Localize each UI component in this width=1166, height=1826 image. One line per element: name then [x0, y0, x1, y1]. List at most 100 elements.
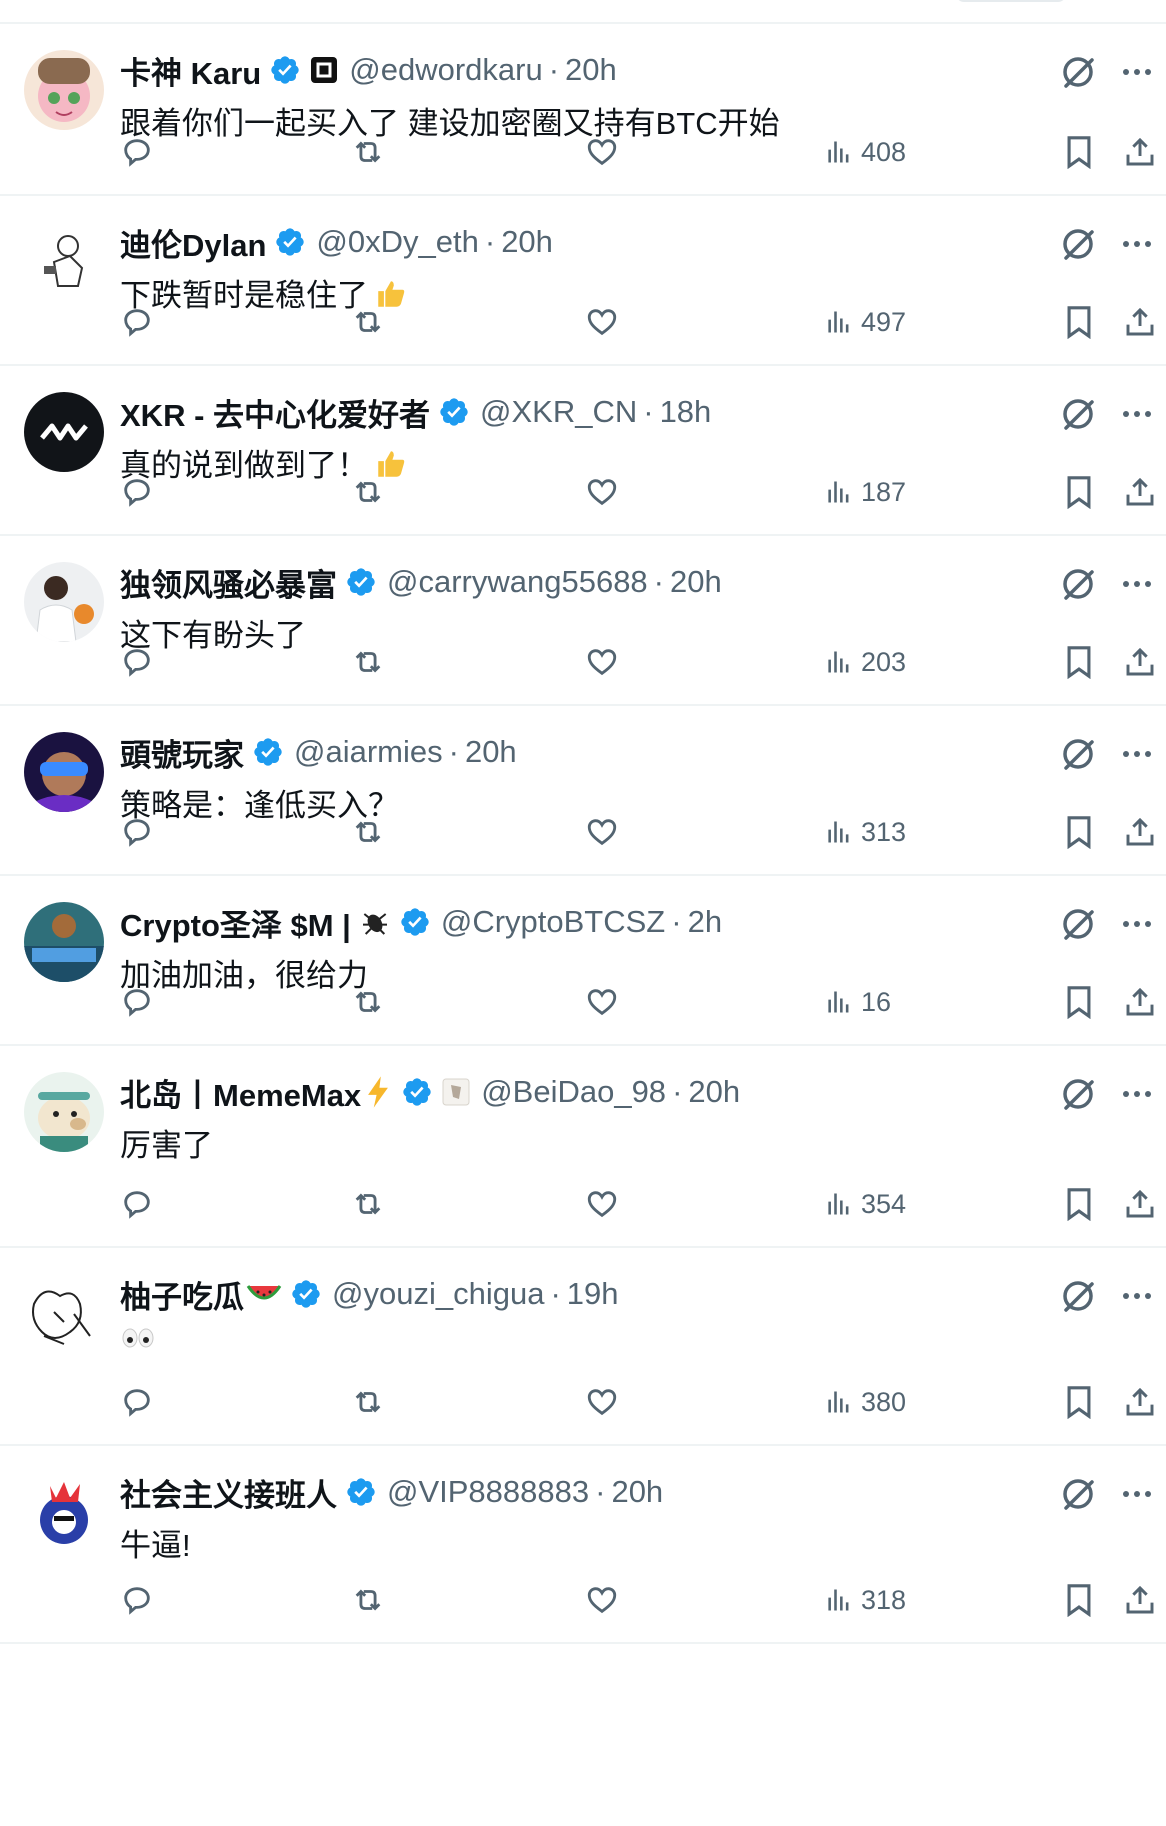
bookmark-button[interactable] [1064, 302, 1094, 342]
like-button[interactable] [585, 302, 619, 342]
grok-icon[interactable] [1058, 1474, 1098, 1514]
tweet-item[interactable]: 頭號玩家 @aiarmies · 20h 策略是：逢低买入？ 313 [0, 706, 1166, 876]
more-icon[interactable] [1122, 919, 1152, 929]
tweet-time[interactable]: 18h [660, 394, 712, 430]
affiliate-badge-icon[interactable] [309, 55, 339, 85]
more-icon[interactable] [1122, 409, 1152, 419]
reply-button[interactable] [120, 1580, 154, 1620]
bookmark-button[interactable] [1064, 642, 1094, 682]
author-handle[interactable]: @youzi_chigua [332, 1276, 544, 1312]
avatar[interactable] [24, 1472, 104, 1552]
author-name[interactable]: Crypto圣泽 $M | [120, 900, 351, 945]
retweet-button[interactable] [350, 982, 386, 1022]
tweet-item[interactable]: 独领风骚必暴富 @carrywang55688 · 20h 这下有盼头了 203 [0, 536, 1166, 706]
bookmark-button[interactable] [1064, 812, 1094, 852]
tweet-time[interactable]: 19h [567, 1276, 619, 1312]
tweet-time[interactable]: 20h [465, 734, 517, 770]
like-button[interactable] [585, 1382, 619, 1422]
author-name[interactable]: 北岛丨MemeMax [120, 1070, 361, 1115]
like-button[interactable] [585, 982, 619, 1022]
views-button[interactable]: 380 [825, 1382, 906, 1422]
tweet-time[interactable]: 20h [688, 1074, 740, 1110]
like-button[interactable] [585, 642, 619, 682]
share-button[interactable] [1124, 302, 1156, 342]
avatar[interactable] [24, 562, 104, 642]
author-name[interactable]: 柚子吃瓜 [120, 1272, 244, 1317]
more-icon[interactable] [1122, 1291, 1152, 1301]
more-icon[interactable] [1122, 1489, 1152, 1499]
tweet-time[interactable]: 2h [688, 904, 722, 940]
tweet-item[interactable]: 柚子吃瓜 @youzi_chigua · 19h 380 [0, 1248, 1166, 1446]
share-button[interactable] [1124, 1382, 1156, 1422]
tweet-item[interactable]: 社会主义接班人 @VIP8888883 · 20h 牛逼! 318 [0, 1446, 1166, 1644]
retweet-button[interactable] [350, 132, 386, 172]
views-button[interactable]: 497 [825, 302, 906, 342]
retweet-button[interactable] [350, 1184, 386, 1224]
like-button[interactable] [585, 1580, 619, 1620]
share-button[interactable] [1124, 1580, 1156, 1620]
tweet-time[interactable]: 20h [501, 224, 553, 260]
tweet-item[interactable]: Crypto圣泽 $M | @CryptoBTCSZ · 2h 加油加油，很给力… [0, 876, 1166, 1046]
more-icon[interactable] [1122, 579, 1152, 589]
grok-icon[interactable] [1058, 1074, 1098, 1114]
retweet-button[interactable] [350, 302, 386, 342]
reply-button[interactable] [120, 982, 154, 1022]
reply-button[interactable] [120, 642, 154, 682]
reply-button[interactable] [120, 1382, 154, 1422]
views-button[interactable]: 313 [825, 812, 906, 852]
grok-icon[interactable] [1058, 904, 1098, 944]
retweet-button[interactable] [350, 472, 386, 512]
share-button[interactable] [1124, 472, 1156, 512]
like-button[interactable] [585, 132, 619, 172]
share-button[interactable] [1124, 132, 1156, 172]
author-handle[interactable]: @aiarmies [294, 734, 443, 770]
author-handle[interactable]: @0xDy_eth [316, 224, 478, 260]
grok-icon[interactable] [1058, 52, 1098, 92]
reply-button[interactable] [120, 1184, 154, 1224]
more-icon[interactable] [1122, 749, 1152, 759]
bookmark-button[interactable] [1064, 982, 1094, 1022]
share-button[interactable] [1124, 642, 1156, 682]
tweet-item[interactable]: 卡神 Karu @edwordkaru · 20h 跟着你们一起买入了 建设加密… [0, 24, 1166, 196]
avatar[interactable] [24, 1072, 104, 1152]
bookmark-button[interactable] [1064, 132, 1094, 172]
grok-icon[interactable] [1058, 564, 1098, 604]
grok-icon[interactable] [1058, 394, 1098, 434]
tweet-time[interactable]: 20h [565, 52, 617, 88]
author-handle[interactable]: @VIP8888883 [387, 1474, 589, 1510]
tweet-time[interactable]: 20h [670, 564, 722, 600]
avatar[interactable] [24, 392, 104, 472]
reply-button[interactable] [120, 812, 154, 852]
more-icon[interactable] [1122, 1089, 1152, 1099]
reply-button[interactable] [120, 132, 154, 172]
more-icon[interactable] [1122, 67, 1152, 77]
like-button[interactable] [585, 1184, 619, 1224]
author-name[interactable]: 卡神 Karu [120, 48, 261, 93]
author-handle[interactable]: @edwordkaru [349, 52, 542, 88]
share-button[interactable] [1124, 812, 1156, 852]
avatar[interactable] [24, 732, 104, 812]
author-handle[interactable]: @CryptoBTCSZ [441, 904, 665, 940]
tweet-item[interactable]: 北岛丨MemeMax @BeiDao_98 · 20h 厉害了 354 [0, 1046, 1166, 1248]
like-button[interactable] [585, 812, 619, 852]
views-button[interactable]: 318 [825, 1580, 906, 1620]
views-button[interactable]: 187 [825, 472, 906, 512]
retweet-button[interactable] [350, 642, 386, 682]
views-button[interactable]: 203 [825, 642, 906, 682]
tweet-time[interactable]: 20h [611, 1474, 663, 1510]
like-button[interactable] [585, 472, 619, 512]
author-handle[interactable]: @XKR_CN [480, 394, 637, 430]
grok-icon[interactable] [1058, 1276, 1098, 1316]
author-name[interactable]: 独领风骚必暴富 [120, 560, 337, 605]
grok-icon[interactable] [1058, 224, 1098, 264]
grok-icon[interactable] [1058, 734, 1098, 774]
avatar[interactable] [24, 902, 104, 982]
bookmark-button[interactable] [1064, 1580, 1094, 1620]
more-icon[interactable] [1122, 239, 1152, 249]
author-name[interactable]: 頭號玩家 [120, 730, 244, 775]
reply-button[interactable] [120, 472, 154, 512]
tweet-item[interactable]: 迪伦Dylan @0xDy_eth · 20h 下跌暂时是稳住了 497 [0, 196, 1166, 366]
author-name[interactable]: 迪伦Dylan [120, 220, 266, 265]
retweet-button[interactable] [350, 1382, 386, 1422]
avatar[interactable] [24, 50, 104, 130]
